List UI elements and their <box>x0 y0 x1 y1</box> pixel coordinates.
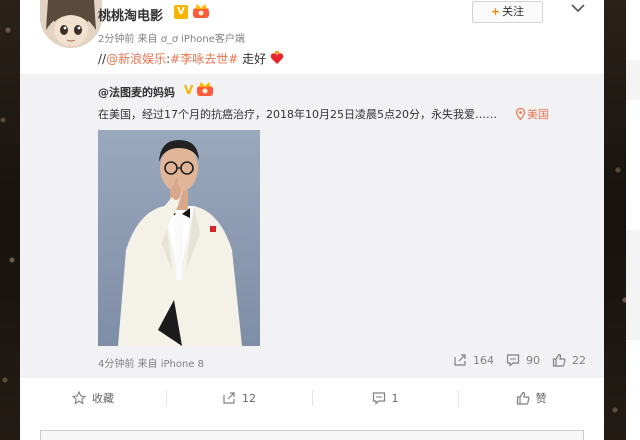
right-panel-edge <box>626 0 640 440</box>
verified-icon: V <box>184 83 194 97</box>
like-button[interactable]: 赞 <box>458 386 604 410</box>
like-action-label: 赞 <box>535 392 547 405</box>
text-prefix: // <box>98 52 107 66</box>
comment-action-count: 1 <box>391 391 399 405</box>
forward-count: 164 <box>473 353 494 367</box>
follow-button[interactable]: + 关注 <box>472 1 543 23</box>
post-text: //@新浪娱乐:#李咏去世# 走好 <box>98 50 284 67</box>
comment-count: 90 <box>526 353 540 367</box>
plus-icon: + <box>490 5 501 18</box>
crown-icon[interactable] <box>192 3 210 19</box>
post-meta: 2分钟前 来自 ơ_ơ iPhone客户端 <box>98 34 245 45</box>
repost-box: @法图麦的妈妈 V 在美国，经过17个月的抗癌治疗，2018年10月25日凌晨5… <box>20 74 604 378</box>
text-suffix: 走好 <box>238 52 267 66</box>
original-post-stats: 164 90 22 <box>453 353 586 367</box>
mention-link[interactable]: @新浪娱乐 <box>106 52 166 66</box>
crown-icon <box>196 81 214 97</box>
original-comment-stat[interactable]: 90 <box>506 353 540 367</box>
star-icon <box>72 391 86 405</box>
location-label: 美国 <box>527 108 549 121</box>
heart-emoji-icon <box>270 51 284 65</box>
like-count: 22 <box>572 353 586 367</box>
like-icon <box>516 391 529 405</box>
original-like-stat[interactable]: 22 <box>552 353 586 367</box>
vip-badge-icon[interactable]: V <box>174 5 188 19</box>
follow-label: 关注 <box>502 5 525 18</box>
action-bar: 收藏 12 1 赞 <box>20 386 604 410</box>
forward-action-count: 12 <box>242 391 256 405</box>
location-pin-icon <box>515 107 526 121</box>
original-author-link[interactable]: @法图麦的妈妈 <box>98 84 175 100</box>
forward-button[interactable]: 12 <box>166 386 312 410</box>
original-post-text: 在美国，经过17个月的抗癌治疗，2018年10月25日凌晨5点20分，永失我爱…… <box>98 108 497 121</box>
forward-icon <box>223 392 235 404</box>
original-forward-stat[interactable]: 164 <box>453 353 494 367</box>
favorite-button[interactable]: 收藏 <box>20 386 166 410</box>
post-photo[interactable] <box>98 130 260 346</box>
location-link[interactable]: 美国 <box>515 106 549 122</box>
favorite-label: 收藏 <box>92 392 114 405</box>
like-icon <box>552 353 566 367</box>
comment-icon <box>506 354 520 367</box>
original-post-meta: 4分钟前 来自 iPhone 8 <box>98 359 205 370</box>
weibo-post-card: 桃桃淘电影 V 2分钟前 来自 ơ_ơ iPhone客户端 + 关注 //@新浪娱… <box>20 0 604 440</box>
avatar[interactable] <box>40 0 102 48</box>
forward-icon <box>454 354 466 366</box>
author-name[interactable]: 桃桃淘电影 <box>98 5 163 24</box>
active-tab-indicator <box>364 409 378 415</box>
comment-input-area[interactable] <box>40 430 584 440</box>
comment-button[interactable]: 1 <box>312 386 458 410</box>
chevron-down-icon[interactable] <box>570 0 586 13</box>
comment-icon <box>372 392 385 405</box>
hashtag-link[interactable]: #李咏去世# <box>170 52 238 66</box>
